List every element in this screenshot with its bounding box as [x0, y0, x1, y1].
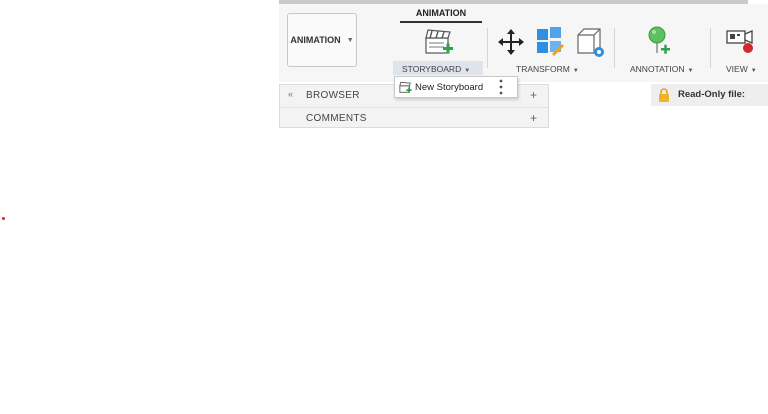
box-view-icon	[577, 28, 604, 57]
comments-label: COMMENTS	[306, 113, 367, 124]
storyboard-dropdown-menu: New Storyboard	[394, 76, 518, 98]
new-storyboard-tool-button[interactable]	[424, 27, 454, 60]
chevron-down-icon: ▼	[572, 68, 579, 74]
storyboard-group-label: STORYBOARD	[402, 64, 462, 74]
restore-view-button[interactable]	[573, 26, 605, 61]
lock-icon	[659, 88, 669, 102]
read-only-status: Read-Only file:	[651, 84, 768, 106]
workspace-label: ANIMATION	[290, 35, 341, 45]
clapperboard-add-icon	[425, 29, 453, 54]
toolbar-separator	[614, 28, 615, 68]
create-annotation-button[interactable]	[646, 26, 676, 61]
toolbar-separator	[710, 28, 711, 68]
chevron-down-icon: ▼	[346, 36, 354, 44]
tab-active-underline	[400, 21, 482, 23]
tab-animation[interactable]: ANIMATION	[400, 8, 482, 18]
kebab-icon[interactable]	[499, 79, 503, 95]
menu-item-new-storyboard[interactable]: New Storyboard	[395, 77, 495, 97]
view-group-label: VIEW	[726, 64, 748, 74]
chevron-down-icon: ▼	[687, 68, 694, 74]
chevron-down-icon: ▼	[750, 68, 757, 74]
transform-group-button[interactable]: TRANSFORM ▼	[516, 64, 579, 74]
move-arrows-icon	[498, 29, 524, 55]
move-tool-button[interactable]	[497, 28, 525, 59]
pin-add-icon	[648, 26, 670, 54]
browser-label: BROWSER	[306, 90, 360, 101]
annotation-group-button[interactable]: ANNOTATION ▼	[630, 64, 693, 74]
chevron-down-icon: ▼	[464, 68, 471, 74]
new-storyboard-label: New Storyboard	[415, 82, 484, 93]
workspace-switcher-button[interactable]: ANIMATION ▼	[287, 13, 357, 67]
comments-row[interactable]: COMMENTS +	[280, 107, 548, 129]
transform-components-button[interactable]	[534, 26, 566, 61]
red-marker-dot	[2, 217, 5, 220]
clapperboard-add-icon	[399, 81, 412, 93]
comments-expand-plus-icon[interactable]: +	[530, 111, 537, 125]
transform-group-label: TRANSFORM	[516, 64, 570, 74]
read-only-label: Read-Only file:	[678, 89, 746, 100]
publish-video-button[interactable]	[725, 27, 757, 60]
storyboard-group-button[interactable]: STORYBOARD ▼	[402, 64, 470, 74]
camera-record-icon	[726, 30, 753, 53]
toolbar-separator	[487, 28, 488, 68]
view-group-button[interactable]: VIEW ▼	[726, 64, 757, 74]
collapse-icon[interactable]: «	[288, 89, 293, 99]
blocks-transform-icon	[537, 27, 564, 56]
browser-expand-plus-icon[interactable]: +	[530, 88, 537, 102]
annotation-group-label: ANNOTATION	[630, 64, 685, 74]
